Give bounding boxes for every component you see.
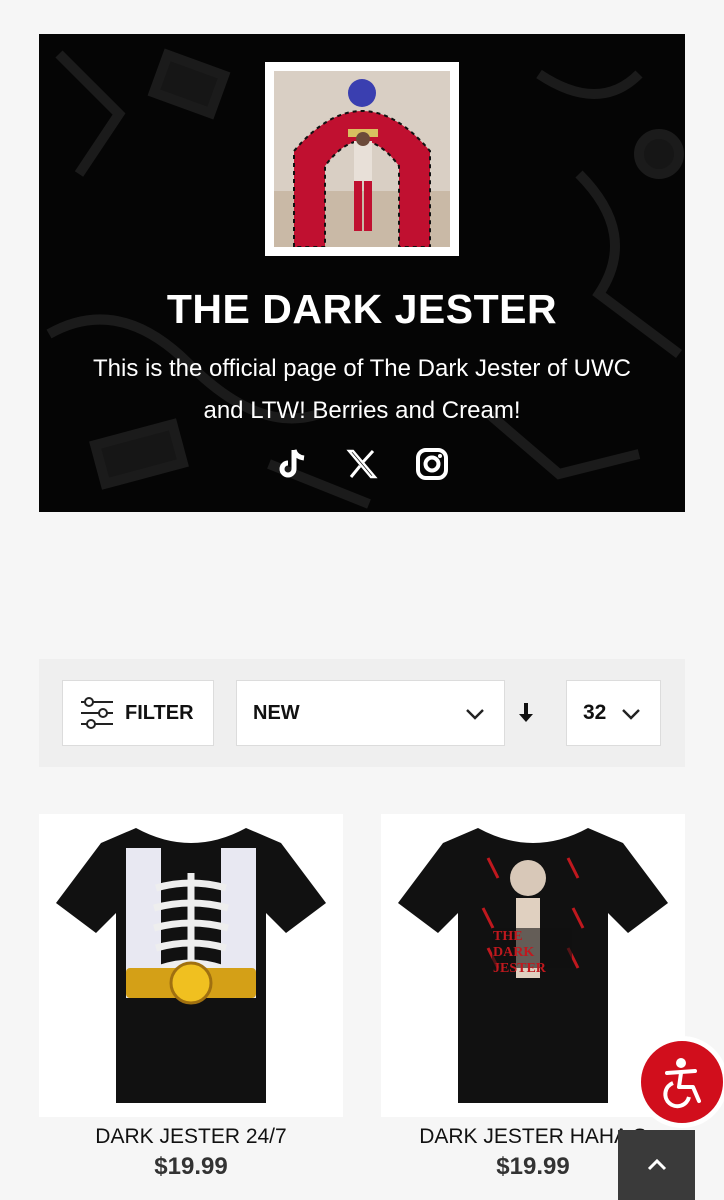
per-page-select[interactable]: 32 — [566, 680, 661, 746]
sliders-icon — [81, 697, 113, 729]
filter-button[interactable]: FILTER — [62, 680, 214, 746]
svg-text:DARK: DARK — [493, 945, 534, 960]
product-price: $19.99 — [154, 1153, 228, 1180]
chevron-up-icon — [647, 1158, 666, 1171]
artist-hero-banner: THE DARK JESTER This is the official pag… — [39, 34, 685, 512]
sort-direction-arrow-icon[interactable] — [515, 699, 537, 727]
product-toolbar: FILTER NEW 32 — [39, 659, 685, 767]
tiktok-link[interactable] — [272, 444, 312, 484]
social-links — [39, 444, 685, 484]
instagram-link[interactable] — [412, 444, 452, 484]
artist-description: This is the official page of The Dark Je… — [93, 355, 631, 424]
product-name[interactable]: DARK JESTER 24/7 — [39, 1125, 343, 1149]
tiktok-icon — [279, 449, 305, 478]
sort-select[interactable]: NEW — [236, 680, 505, 746]
instagram-icon — [416, 448, 448, 480]
product-card[interactable]: THE DARK JESTER DARK JESTER HAHA S $19.9… — [381, 814, 685, 1181]
per-page-value: 32 — [583, 701, 607, 724]
product-card[interactable]: DARK JESTER 24/7 $19.99 — [39, 814, 343, 1181]
back-to-top-button[interactable] — [618, 1130, 695, 1200]
skeleton-tshirt-image — [56, 828, 326, 1103]
x-link[interactable] — [342, 444, 382, 484]
svg-text:THE: THE — [493, 929, 523, 944]
jester-tshirt-image: THE DARK JESTER — [398, 828, 668, 1103]
x-icon — [346, 449, 378, 479]
chevron-down-icon — [466, 709, 484, 720]
sort-value: NEW — [253, 701, 300, 724]
filter-label: FILTER — [125, 701, 194, 724]
artist-name-title: THE DARK JESTER — [166, 286, 558, 332]
chevron-down-icon — [622, 709, 640, 720]
accessibility-icon — [663, 1058, 701, 1109]
artist-photo — [274, 71, 450, 247]
svg-text:JESTER: JESTER — [493, 961, 547, 976]
accessibility-button[interactable] — [636, 1036, 724, 1128]
artist-avatar — [265, 62, 459, 256]
product-image[interactable] — [39, 814, 343, 1117]
